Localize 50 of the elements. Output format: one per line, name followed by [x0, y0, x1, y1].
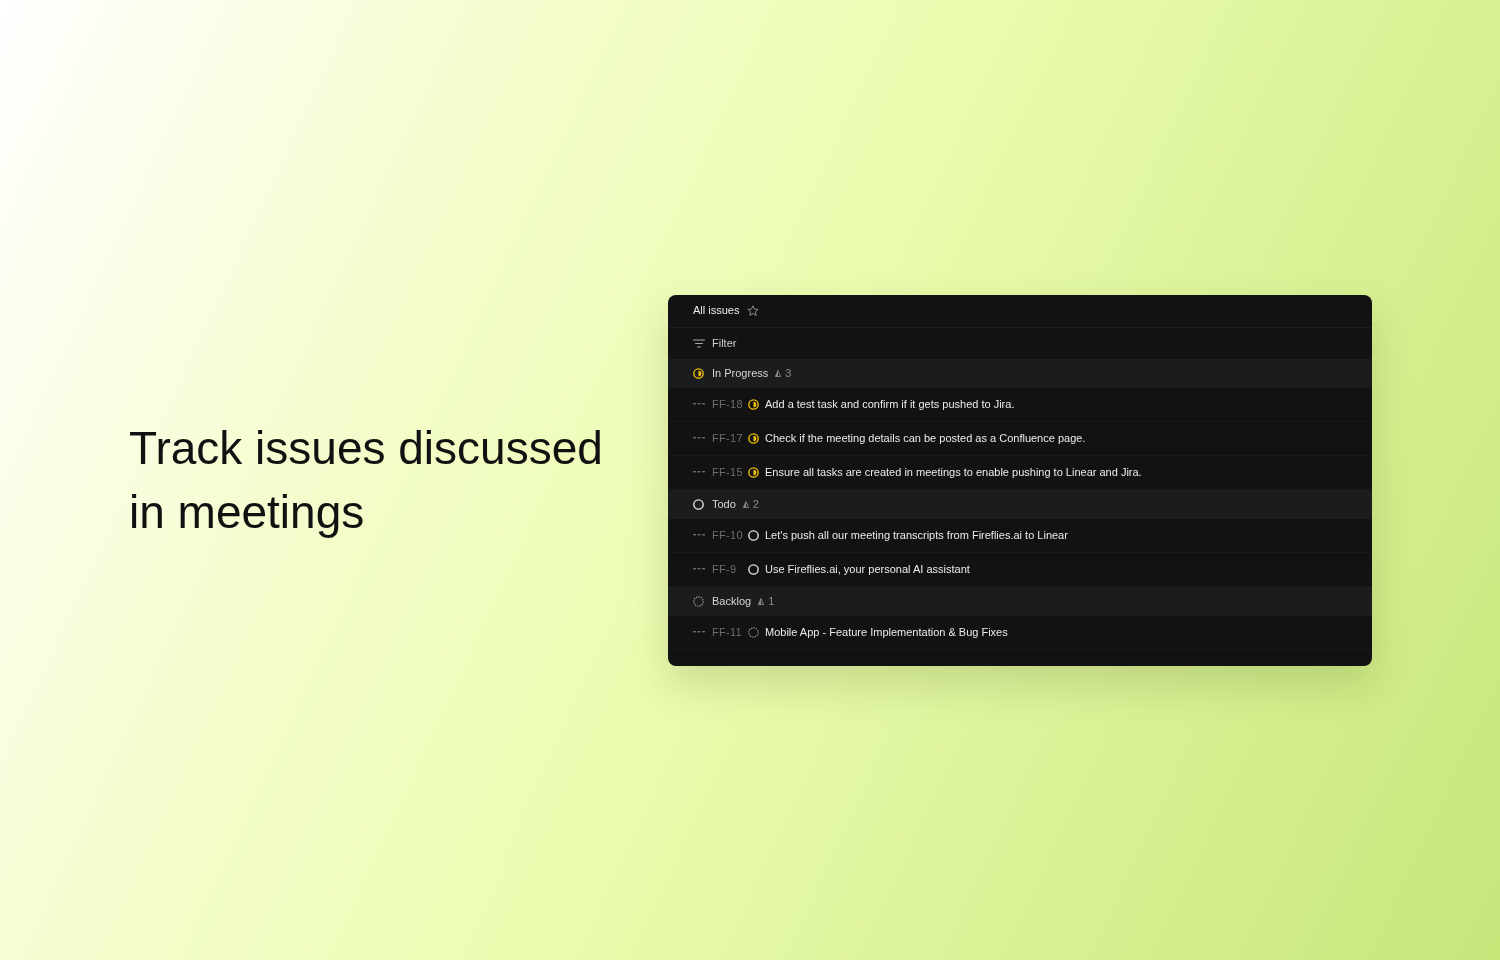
issue-count: 1 [768, 594, 775, 608]
dashes-icon [693, 437, 705, 439]
group-name: Backlog [712, 594, 752, 608]
issue-id: FF-9 [712, 562, 738, 576]
triangle-icon [742, 500, 749, 508]
dashed-circle-icon [693, 595, 704, 607]
issue-title: Check if the meeting details can be posted as a Confluence page. [765, 431, 1086, 445]
issue-row[interactable]: FF-11 Mobile App - Feature Implementation & Bug Fixes [668, 615, 1372, 650]
circle-icon [748, 529, 759, 541]
group-header[interactable]: In Progress 3 [668, 358, 1372, 388]
circle-icon [748, 563, 759, 575]
triangle-icon [758, 597, 765, 605]
dashes-icon [693, 534, 705, 536]
triangle-icon [775, 369, 782, 377]
issue-id: FF-18 [712, 397, 744, 411]
dashes-icon [693, 631, 705, 633]
circle-icon [693, 498, 704, 510]
filter-button[interactable]: Filter [693, 336, 737, 350]
issue-row[interactable]: FF-15 Ensure all tasks are created in meetings to enable pushing to Linear and Jira. [668, 455, 1372, 490]
dashes-icon [693, 403, 705, 405]
issue-id: FF-11 [712, 625, 744, 639]
issue-row[interactable]: FF-18 Add a test task and confirm if it gets pushed to Jira. [668, 387, 1372, 422]
headline: Track issues discussed in meetings [129, 421, 604, 540]
issue-title: Ensure all tasks are created in meetings to enable pushing to Linear and Jira. [765, 465, 1142, 479]
group-header[interactable]: Todo 2 [668, 489, 1372, 519]
issue-row[interactable]: FF-17 Check if the meeting details can be posted as a Confluence page. [668, 421, 1372, 456]
star-icon[interactable] [747, 304, 760, 317]
issue-title: Add a test task and confirm if it gets pushed to Jira. [765, 397, 1015, 411]
half-circle-icon [748, 466, 759, 478]
issue-id: FF-10 [712, 528, 744, 542]
issue-row[interactable]: FF-9 Use Fireflies.ai, your personal AI assistant [668, 552, 1372, 587]
view-title: All issues [693, 304, 740, 317]
filter-icon [693, 338, 705, 348]
half-circle-icon [748, 398, 759, 410]
issue-title: Mobile App - Feature Implementation & Bug Fixes [765, 625, 1008, 639]
dashes-icon [693, 471, 705, 473]
group-name: In Progress [712, 366, 769, 380]
issue-row[interactable]: FF-10 Let's push all our meeting transcripts from Fireflies.ai to Linear [668, 518, 1372, 553]
half-circle-icon [693, 367, 704, 379]
dashes-icon [693, 568, 705, 570]
issue-count: 3 [785, 366, 792, 380]
dashed-circle-icon [748, 626, 759, 638]
group-name: Todo [712, 497, 736, 511]
issue-title: Use Fireflies.ai, your personal AI assistant [765, 562, 970, 576]
issue-id: FF-15 [712, 465, 744, 479]
issue-id: FF-17 [712, 431, 744, 445]
half-circle-icon [748, 432, 759, 444]
group-header[interactable]: Backlog 1 [668, 586, 1372, 616]
issue-count: 2 [752, 497, 759, 511]
issue-title: Let's push all our meeting transcripts from Fireflies.ai to Linear [765, 528, 1068, 542]
